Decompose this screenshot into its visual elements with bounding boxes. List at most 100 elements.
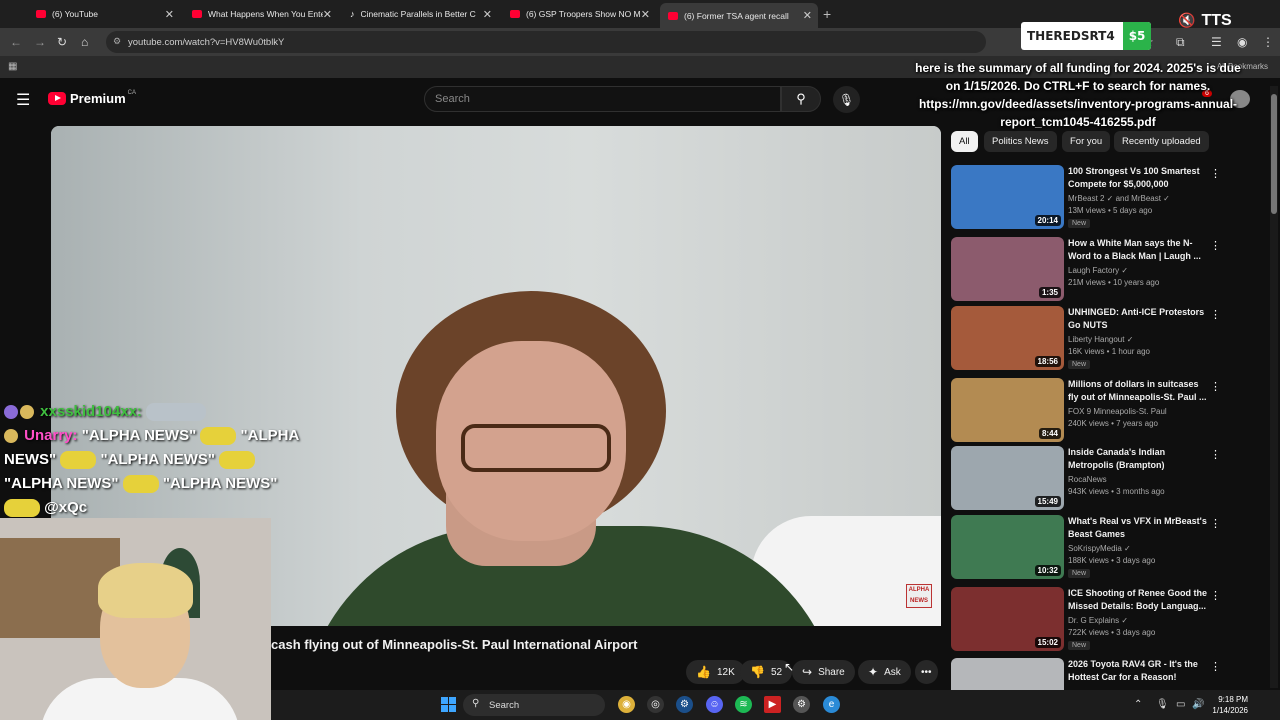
close-icon[interactable]: ✕ bbox=[483, 8, 492, 21]
more-options-icon[interactable]: ⋮ bbox=[1210, 589, 1221, 602]
recommendation-title[interactable]: UNHINGED: Anti-ICE Protestors Go NUTS bbox=[1068, 306, 1208, 332]
recommendation-item[interactable]: 8:44 Millions of dollars in suitcases fl… bbox=[951, 378, 1251, 444]
tab-cinematic[interactable]: ♪ Cinematic Parallels in Better Ca ✕ bbox=[342, 3, 498, 25]
recommendation-item[interactable]: 2026 Toyota RAV4 GR - It's the Hottest C… bbox=[951, 658, 1251, 690]
video-thumbnail[interactable]: 15:49 bbox=[951, 446, 1064, 510]
recommendation-channel[interactable]: RocaNews bbox=[1068, 475, 1107, 484]
recommendation-channel[interactable]: SoKrispyMedia ✓ bbox=[1068, 544, 1131, 553]
steam-icon[interactable]: ⚙ bbox=[676, 696, 693, 713]
windows-start-icon[interactable] bbox=[441, 697, 456, 712]
search-input[interactable]: Search bbox=[424, 86, 781, 112]
spotify-icon[interactable]: ≋ bbox=[735, 696, 752, 713]
recommendation-item[interactable]: 15:49 Inside Canada's Indian Metropolis … bbox=[951, 446, 1251, 512]
recommendation-item[interactable]: 15:02 ICE Shooting of Renee Good the Mis… bbox=[951, 587, 1251, 653]
chip-all[interactable]: All bbox=[951, 131, 978, 152]
forward-icon[interactable]: → bbox=[34, 35, 46, 49]
recommendation-item[interactable]: 10:32 What's Real vs VFX in MrBeast's Be… bbox=[951, 515, 1251, 581]
more-options-icon[interactable]: ⋮ bbox=[1210, 380, 1221, 393]
network-icon[interactable]: ▭ bbox=[1176, 699, 1185, 710]
discord-icon[interactable]: ☺ bbox=[706, 696, 723, 713]
chat-message-cont: NEWS" "ALPHA NEWS" bbox=[4, 448, 304, 472]
obs-icon[interactable]: ◎ bbox=[647, 696, 664, 713]
microphone-icon[interactable]: 🎙 bbox=[1156, 699, 1169, 710]
site-info-icon[interactable]: ⚙ bbox=[113, 36, 121, 47]
chip-for-you[interactable]: For you bbox=[1062, 131, 1111, 152]
video-thumbnail[interactable]: 15:02 bbox=[951, 587, 1064, 651]
profile-icon[interactable]: ◉ bbox=[1237, 35, 1247, 49]
new-tab-button[interactable]: + bbox=[823, 6, 831, 22]
tab-tsa-agent[interactable]: (6) Former TSA agent recall ✕ bbox=[660, 3, 818, 28]
youtube-icon bbox=[36, 10, 46, 18]
reload-icon[interactable]: ↻ bbox=[57, 35, 67, 49]
more-options-icon[interactable]: ⋮ bbox=[1210, 660, 1221, 673]
tray-chevron-icon[interactable]: ⌃ bbox=[1134, 699, 1142, 710]
close-icon[interactable]: ✕ bbox=[641, 8, 650, 21]
recommendation-title[interactable]: How a White Man says the N-Word to a Bla… bbox=[1068, 237, 1208, 263]
back-icon[interactable]: ← bbox=[10, 35, 22, 49]
chrome-icon[interactable]: ◉ bbox=[618, 696, 635, 713]
more-actions-button[interactable]: ••• bbox=[915, 660, 938, 684]
ask-label: Ask bbox=[884, 666, 901, 678]
like-count: 12K bbox=[716, 666, 735, 678]
recommendation-channel[interactable]: Liberty Hangout ✓ bbox=[1068, 335, 1133, 344]
recommendation-title[interactable]: What's Real vs VFX in MrBeast's Beast Ga… bbox=[1068, 515, 1208, 541]
close-icon[interactable]: ✕ bbox=[323, 8, 332, 21]
taskbar-clock[interactable]: 9:18 PM 1/14/2026 bbox=[1208, 694, 1248, 716]
tab-youtube-home[interactable]: (6) YouTube ✕ bbox=[28, 3, 180, 25]
tab-gsp-troopers[interactable]: (6) GSP Troopers Show NO ME ✕ bbox=[502, 3, 656, 25]
close-icon[interactable]: ✕ bbox=[165, 8, 174, 21]
recommendation-channel[interactable]: MrBeast 2 ✓ and MrBeast ✓ bbox=[1068, 194, 1170, 203]
video-thumbnail[interactable]: 18:56 bbox=[951, 306, 1064, 370]
scrollbar-thumb[interactable] bbox=[1271, 94, 1277, 214]
close-icon[interactable]: ✕ bbox=[803, 9, 812, 22]
more-options-icon[interactable]: ⋮ bbox=[1210, 448, 1221, 461]
video-duration: 20:14 bbox=[1034, 215, 1061, 226]
more-options-icon[interactable]: ⋮ bbox=[1210, 308, 1221, 321]
recommendation-item[interactable]: 20:14 100 Strongest Vs 100 Smartest Comp… bbox=[951, 165, 1251, 231]
extensions-icon[interactable]: ⧉ bbox=[1176, 35, 1185, 50]
recommendation-title[interactable]: Inside Canada's Indian Metropolis (Bramp… bbox=[1068, 446, 1208, 472]
recommendation-channel[interactable]: Laugh Factory ✓ bbox=[1068, 266, 1128, 275]
recommendation-title[interactable]: 2026 Toyota RAV4 GR - It's the Hottest C… bbox=[1068, 658, 1208, 684]
recommendation-title[interactable]: ICE Shooting of Renee Good the Missed De… bbox=[1068, 587, 1208, 613]
video-thumbnail[interactable]: 10:32 bbox=[951, 515, 1064, 579]
chat-text: "ALPHA bbox=[240, 427, 300, 444]
search-icon: ⚲ bbox=[472, 698, 480, 709]
hamburger-menu-icon[interactable]: ☰ bbox=[16, 90, 30, 110]
video-thumbnail[interactable]: 20:14 bbox=[951, 165, 1064, 229]
media-player-icon[interactable]: ▶ bbox=[764, 696, 781, 713]
chip-politics-news[interactable]: Politics News bbox=[984, 131, 1057, 152]
search-button[interactable]: ⚲ bbox=[781, 86, 821, 112]
media-icon[interactable]: ☰ bbox=[1211, 35, 1222, 49]
more-options-icon[interactable]: ⋮ bbox=[1210, 517, 1221, 530]
recommendation-title[interactable]: 100 Strongest Vs 100 Smartest Compete fo… bbox=[1068, 165, 1208, 191]
video-thumbnail[interactable] bbox=[951, 658, 1064, 690]
recommendation-channel[interactable]: FOX 9 Minneapolis-St. Paul bbox=[1068, 407, 1167, 416]
voice-search-button[interactable]: 🎙 bbox=[833, 86, 860, 113]
url-field[interactable]: ⚙ youtube.com/watch?v=HV8Wu0tblkY bbox=[106, 31, 986, 53]
more-options-icon[interactable]: ⋮ bbox=[1210, 167, 1221, 180]
tab-title: (6) GSP Troopers Show NO ME bbox=[526, 9, 641, 19]
tab-what-happens[interactable]: What Happens When You Enter ✕ bbox=[184, 3, 338, 25]
browser-menu-icon[interactable]: ⋮ bbox=[1262, 35, 1274, 49]
more-options-icon[interactable]: ⋮ bbox=[1210, 239, 1221, 252]
ask-button[interactable]: ✦ Ask bbox=[858, 660, 911, 684]
taskbar-search[interactable]: ⚲ Search bbox=[463, 694, 605, 716]
settings-icon[interactable]: ⚙ bbox=[793, 696, 810, 713]
youtube-premium-logo[interactable]: Premium CA bbox=[48, 90, 136, 106]
like-button[interactable]: 👍 12K bbox=[686, 660, 745, 684]
video-thumbnail[interactable]: 1:35 bbox=[951, 237, 1064, 301]
apps-grid-icon[interactable]: ▦ bbox=[8, 61, 17, 72]
video-thumbnail[interactable]: 8:44 bbox=[951, 378, 1064, 442]
home-icon[interactable]: ⌂ bbox=[81, 35, 88, 49]
recommendation-channel[interactable]: Dr. G Explains ✓ bbox=[1068, 616, 1128, 625]
browser-edge-icon[interactable]: e bbox=[823, 696, 840, 713]
chip-recently-uploaded[interactable]: Recently uploaded bbox=[1114, 131, 1209, 152]
share-button[interactable]: ↪ Share bbox=[792, 660, 855, 684]
recommendation-item[interactable]: 1:35 How a White Man says the N-Word to … bbox=[951, 237, 1251, 303]
volume-icon[interactable]: 🔊 bbox=[1192, 699, 1204, 710]
youtube-icon bbox=[668, 11, 678, 20]
page-scrollbar[interactable] bbox=[1270, 86, 1278, 688]
recommendation-title[interactable]: Millions of dollars in suitcases fly out… bbox=[1068, 378, 1208, 404]
recommendation-item[interactable]: 18:56 UNHINGED: Anti-ICE Protestors Go N… bbox=[951, 306, 1251, 372]
